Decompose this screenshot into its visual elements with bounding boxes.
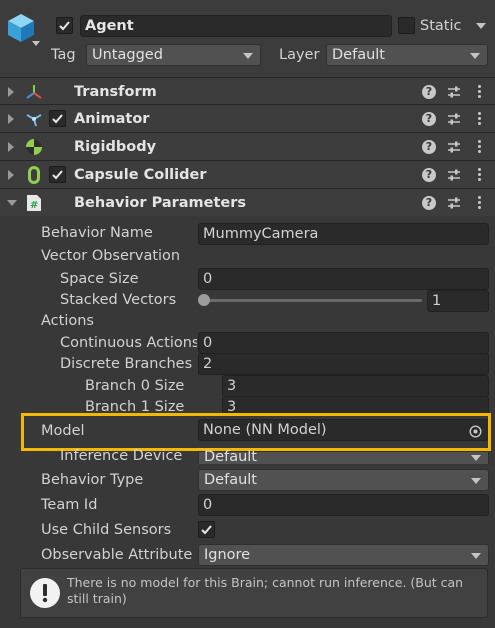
team-id-label: Team Id bbox=[41, 497, 98, 513]
slider-track bbox=[202, 299, 422, 302]
chevron-down-icon bbox=[471, 553, 481, 559]
chevron-down-icon bbox=[470, 53, 480, 59]
vector-observation-label: Vector Observation bbox=[41, 248, 181, 264]
component-title: Capsule Collider bbox=[74, 167, 207, 183]
more-options-icon[interactable] bbox=[478, 85, 481, 100]
layer-dropdown[interactable]: Default bbox=[326, 44, 488, 66]
discrete-branches-label: Discrete Branches bbox=[60, 356, 193, 372]
foldout-arrow-icon[interactable] bbox=[8, 142, 14, 152]
script-icon: # bbox=[26, 194, 42, 216]
space-size-label: Space Size bbox=[60, 271, 139, 287]
behavior-name-label: Behavior Name bbox=[41, 225, 153, 241]
gameobject-name-field[interactable]: Agent bbox=[80, 15, 392, 37]
component-capsule-collider[interactable]: Capsule Collider ? bbox=[0, 160, 495, 188]
presets-icon[interactable] bbox=[447, 85, 461, 103]
active-checkbox[interactable] bbox=[56, 17, 73, 34]
help-icon[interactable]: ? bbox=[422, 196, 436, 210]
stacked-vectors-field[interactable]: 1 bbox=[427, 290, 489, 312]
component-enabled-checkbox[interactable] bbox=[49, 110, 66, 127]
gameobject-cube-icon bbox=[6, 12, 36, 44]
branch-0-size-field[interactable]: 3 bbox=[222, 375, 489, 397]
more-options-icon[interactable] bbox=[478, 196, 481, 211]
team-id-field[interactable]: 0 bbox=[198, 494, 489, 516]
foldout-arrow-icon[interactable] bbox=[8, 170, 14, 180]
foldout-arrow-icon[interactable] bbox=[8, 114, 14, 124]
component-title: Behavior Parameters bbox=[74, 195, 247, 211]
static-label: Static bbox=[420, 18, 462, 34]
behavior-type-dropdown[interactable]: Default bbox=[198, 469, 489, 491]
animator-icon bbox=[25, 110, 43, 132]
highlight-box bbox=[21, 413, 491, 451]
component-enabled-checkbox[interactable] bbox=[49, 166, 66, 183]
observable-attribute-dropdown[interactable]: Ignore bbox=[198, 544, 489, 566]
presets-icon[interactable] bbox=[447, 196, 461, 214]
branch-0-size-label: Branch 0 Size bbox=[85, 378, 185, 394]
help-icon[interactable]: ? bbox=[422, 85, 436, 99]
layer-value: Default bbox=[332, 47, 385, 63]
behavior-type-value: Default bbox=[204, 472, 257, 488]
component-animator[interactable]: Animator ? bbox=[0, 104, 495, 132]
more-options-icon[interactable] bbox=[478, 168, 481, 183]
continuous-actions-field[interactable]: 0 bbox=[198, 332, 489, 354]
presets-icon[interactable] bbox=[447, 140, 461, 158]
inference-device-label: Inference Device bbox=[60, 449, 183, 464]
transform-icon bbox=[25, 83, 43, 105]
foldout-arrow-icon[interactable] bbox=[8, 87, 14, 97]
behavior-type-label: Behavior Type bbox=[41, 472, 144, 488]
tag-dropdown[interactable]: Untagged bbox=[86, 44, 261, 66]
component-title: Rigidbody bbox=[74, 139, 157, 155]
space-size-field[interactable]: 0 bbox=[198, 268, 489, 290]
inference-device-value: Default bbox=[204, 449, 257, 465]
gameobject-header: Agent Static Tag Untagged Layer Default bbox=[0, 0, 495, 80]
tag-label: Tag bbox=[51, 47, 76, 63]
component-rigidbody[interactable]: Rigidbody ? bbox=[0, 132, 495, 160]
static-dropdown-arrow[interactable] bbox=[476, 23, 486, 29]
presets-icon[interactable] bbox=[447, 112, 461, 130]
chevron-down-icon bbox=[471, 455, 481, 461]
slider-knob[interactable] bbox=[198, 294, 210, 306]
stacked-vectors-label: Stacked Vectors bbox=[60, 292, 177, 308]
observable-attribute-value: Ignore bbox=[204, 547, 251, 563]
component-title: Transform bbox=[74, 84, 157, 100]
chevron-down-icon bbox=[471, 478, 481, 484]
help-icon[interactable]: ? bbox=[422, 140, 436, 154]
use-child-sensors-checkbox[interactable] bbox=[198, 521, 215, 538]
warning-help-box: There is no model for this Brain; cannot… bbox=[20, 568, 488, 618]
observable-attribute-label: Observable Attribute Handling bbox=[41, 547, 196, 563]
stacked-vectors-slider[interactable] bbox=[198, 292, 424, 308]
rigidbody-icon bbox=[25, 138, 43, 160]
component-transform[interactable]: Transform ? bbox=[0, 77, 495, 105]
behavior-name-field[interactable]: MummyCamera bbox=[198, 223, 489, 245]
layer-label: Layer bbox=[279, 47, 320, 63]
tag-value: Untagged bbox=[92, 47, 163, 63]
capsule-collider-icon bbox=[27, 165, 41, 189]
presets-icon[interactable] bbox=[447, 168, 461, 186]
more-options-icon[interactable] bbox=[478, 140, 481, 155]
help-icon[interactable]: ? bbox=[422, 168, 436, 182]
more-options-icon[interactable] bbox=[478, 112, 481, 127]
warning-icon bbox=[29, 577, 61, 613]
component-behavior-parameters[interactable]: # Behavior Parameters ? bbox=[0, 188, 495, 216]
discrete-branches-field[interactable]: 2 bbox=[198, 353, 489, 375]
warning-message: There is no model for this Brain; cannot… bbox=[67, 575, 464, 606]
foldout-arrow-icon[interactable] bbox=[7, 200, 17, 206]
actions-label: Actions bbox=[41, 313, 94, 329]
continuous-actions-label: Continuous Actions bbox=[60, 335, 197, 351]
svg-text:#: # bbox=[30, 200, 38, 211]
static-checkbox[interactable] bbox=[398, 17, 415, 34]
icon-dropdown-arrow[interactable] bbox=[32, 41, 40, 46]
inference-device-dropdown[interactable]: Default bbox=[198, 449, 489, 465]
component-title: Animator bbox=[74, 111, 150, 127]
use-child-sensors-label: Use Child Sensors bbox=[41, 522, 172, 538]
chevron-down-icon bbox=[243, 53, 253, 59]
help-icon[interactable]: ? bbox=[422, 112, 436, 126]
